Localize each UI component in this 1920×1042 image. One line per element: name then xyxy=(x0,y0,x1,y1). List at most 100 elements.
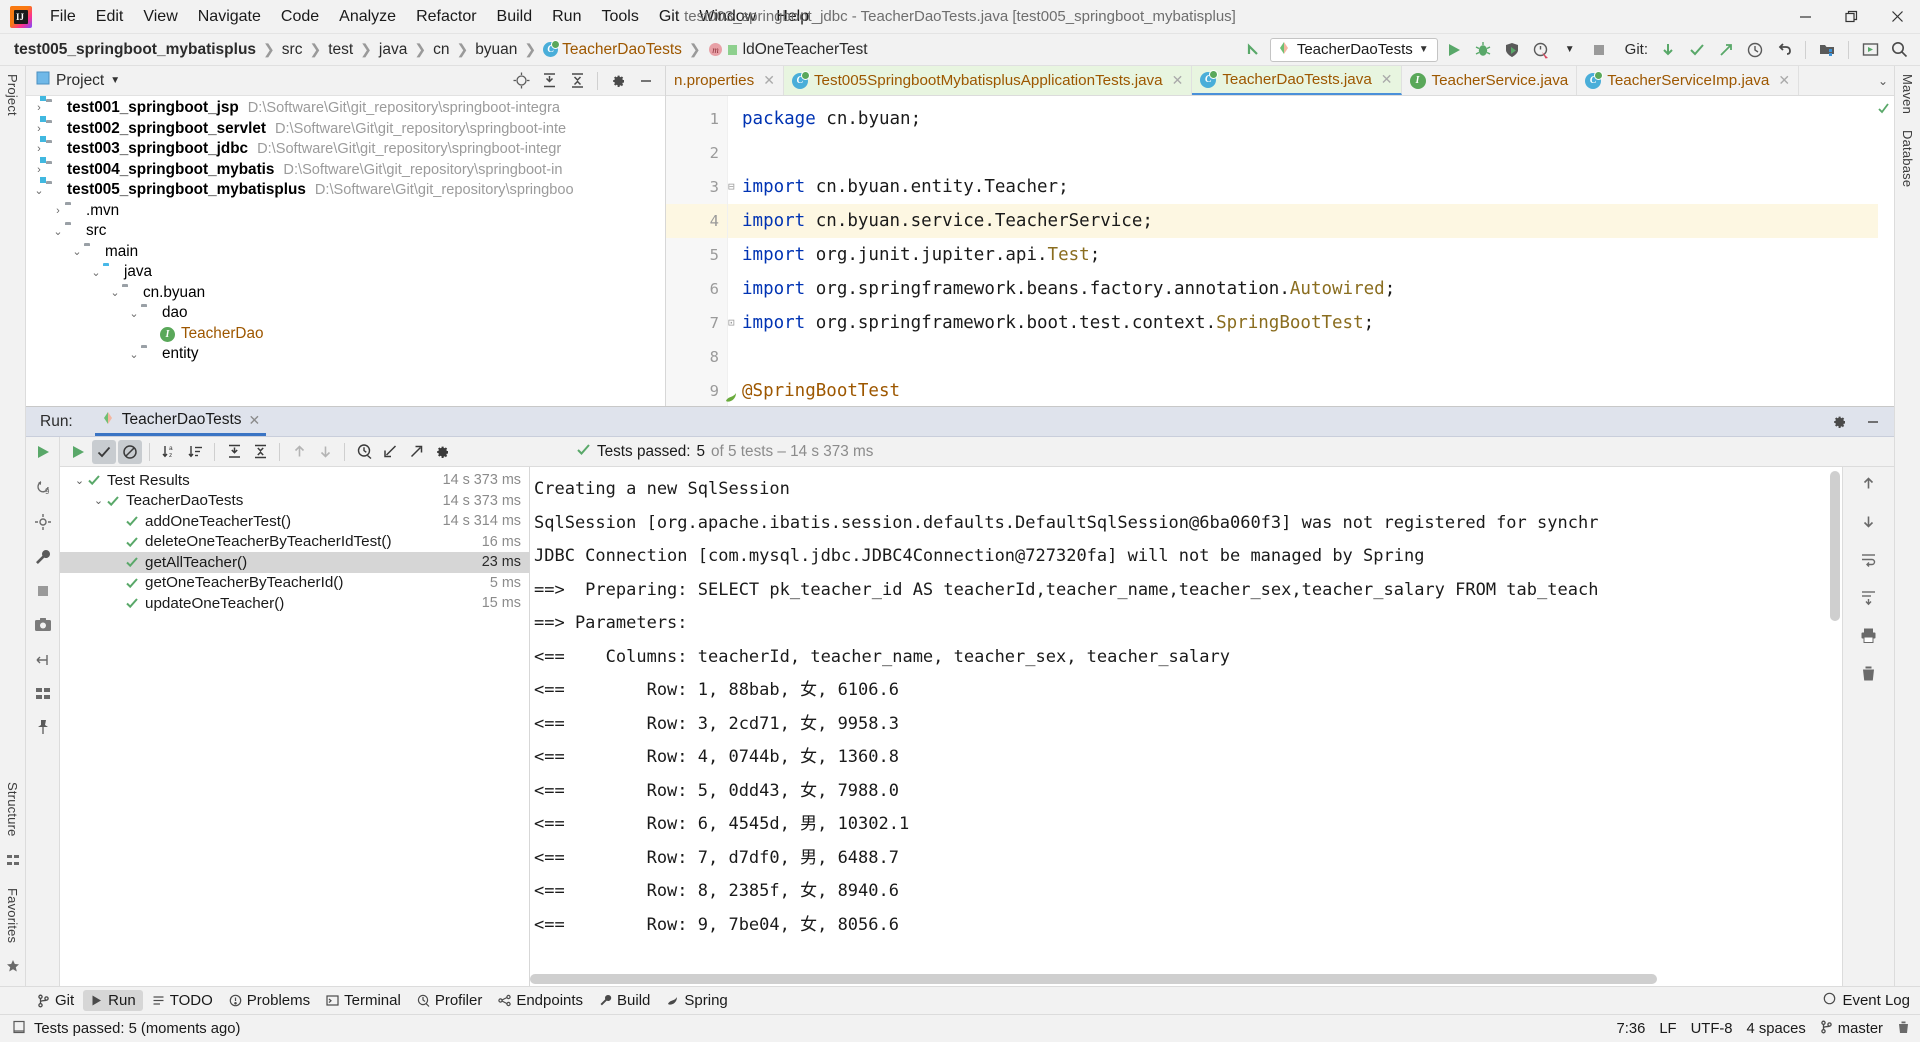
pin-tab-icon[interactable] xyxy=(35,719,51,740)
menu-git[interactable]: Git xyxy=(649,5,689,29)
toolbar-dropdown-icon[interactable]: ▼ xyxy=(1557,37,1583,63)
toggle-auto-test-icon[interactable] xyxy=(34,513,52,536)
menu-refactor[interactable]: Refactor xyxy=(406,5,486,29)
editor-tabs[interactable]: n.properties ✕ C Test005SpringbootMybatispl… xyxy=(666,66,1894,96)
chevron-down-icon[interactable]: ⌄ xyxy=(108,286,122,299)
hide-panel-icon[interactable] xyxy=(633,68,659,94)
indent-setting[interactable]: 4 spaces xyxy=(1747,1021,1806,1037)
stop-icon[interactable] xyxy=(1586,37,1612,63)
minimize-icon[interactable] xyxy=(1782,0,1828,34)
locate-icon[interactable] xyxy=(508,68,534,94)
update-project-icon[interactable] xyxy=(1655,37,1681,63)
trash-icon[interactable] xyxy=(1897,1020,1910,1038)
test-settings-icon[interactable] xyxy=(430,440,454,464)
chevron-right-icon[interactable]: › xyxy=(32,143,46,155)
undo-icon[interactable] xyxy=(1771,37,1797,63)
chevron-right-icon[interactable]: › xyxy=(51,205,65,217)
chevron-down-icon[interactable]: ▼ xyxy=(110,75,120,86)
select-run-target-icon[interactable] xyxy=(1857,37,1883,63)
code-line[interactable]: import org.junit.jupiter.api.Test; xyxy=(728,238,1878,272)
status-right[interactable]: 7:36 LF UTF-8 4 spaces master xyxy=(1617,1020,1910,1038)
tool-window-bar[interactable]: Git Run TODO Problems Terminal Profiler Endpoi… xyxy=(0,986,1920,1014)
code-content[interactable]: package cn.byuan; ⊟ import cn.byuan.entity… xyxy=(728,96,1878,406)
file-encoding[interactable]: UTF-8 xyxy=(1691,1021,1733,1037)
code-fold-icon[interactable]: ⊟ xyxy=(728,170,735,204)
menu-view[interactable]: View xyxy=(133,5,187,29)
toolwindow-button-spring[interactable]: Spring xyxy=(659,990,734,1011)
main-toolbar[interactable]: TeacherDaoTests ▼ ▼ Git: xyxy=(1241,37,1912,63)
breadcrumb-java[interactable]: java xyxy=(379,41,407,59)
breadcrumb-module[interactable]: test005_springboot_mybatisplus xyxy=(14,41,256,59)
back-arrow-icon[interactable] xyxy=(1241,37,1267,63)
next-failed-test-icon[interactable] xyxy=(313,440,337,464)
test-tree-row[interactable]: updateOneTeacher() 15 ms xyxy=(60,593,529,614)
breadcrumb-method[interactable]: m ldOneTeacherTest xyxy=(708,41,868,59)
status-info-icon[interactable] xyxy=(12,1020,26,1038)
run-side-toolbar[interactable]: 9 xyxy=(26,437,60,986)
export-tests-icon[interactable] xyxy=(404,440,428,464)
caret-position[interactable]: 7:36 xyxy=(1617,1021,1646,1037)
gear-icon[interactable] xyxy=(605,68,631,94)
run-with-coverage-icon[interactable] xyxy=(1499,37,1525,63)
editor-tab[interactable]: C Test005SpringbootMybatisplusApplication… xyxy=(783,66,1193,95)
project-tree-row[interactable]: ⌄ test005_springboot_mybatisplus D:\Softwa… xyxy=(26,180,665,201)
menu-run[interactable]: Run xyxy=(542,5,591,29)
layout-icon[interactable] xyxy=(35,686,51,707)
chevron-right-icon[interactable]: › xyxy=(32,123,46,135)
toolwindow-button-run[interactable]: Run xyxy=(83,990,143,1011)
scroll-to-end-icon[interactable] xyxy=(1860,589,1877,611)
restore-icon[interactable] xyxy=(1828,0,1874,34)
project-tree-row[interactable]: ⌄ main xyxy=(26,242,665,263)
editor-tab[interactable]: C TeacherServiceImp.java ✕ xyxy=(1577,66,1800,95)
test-tree-row[interactable]: ⌄ Test Results 14 s 373 ms xyxy=(60,470,529,491)
toolwindow-button-git[interactable]: Git xyxy=(30,990,81,1011)
breadcrumb-test[interactable]: test xyxy=(328,41,353,59)
console-horizontal-scrollbar[interactable] xyxy=(530,974,1840,984)
breadcrumb[interactable]: test005_springboot_mybatisplus ❯ src ❯ t… xyxy=(14,40,868,59)
close-tab-icon[interactable]: ✕ xyxy=(1778,72,1790,89)
code-editor[interactable]: 12345678910 package cn.byuan;⊟import cn.… xyxy=(666,96,1894,406)
code-line[interactable]: import org.springframework.beans.factory… xyxy=(728,272,1878,306)
code-line[interactable] xyxy=(728,136,1878,170)
code-line[interactable] xyxy=(728,340,1878,374)
project-tree-row[interactable]: ⌄ java xyxy=(26,262,665,283)
menu-tools[interactable]: Tools xyxy=(591,5,648,29)
project-tree-row[interactable]: › test004_springboot_mybatis D:\Software\G… xyxy=(26,160,665,181)
run-panel-header-actions[interactable] xyxy=(1826,409,1886,435)
run-icon[interactable] xyxy=(1441,37,1467,63)
sidebar-item-maven[interactable]: Maven xyxy=(1900,66,1915,122)
chevron-down-icon[interactable]: ▼ xyxy=(1419,44,1429,55)
menu-code[interactable]: Code xyxy=(271,5,329,29)
menu-edit[interactable]: Edit xyxy=(86,5,134,29)
run-tab-teacherdaotests[interactable]: TeacherDaoTests ✕ xyxy=(94,407,267,436)
expand-all-icon[interactable] xyxy=(536,68,562,94)
expand-all-icon[interactable] xyxy=(222,440,246,464)
chevron-down-icon[interactable]: ⌄ xyxy=(91,494,106,507)
sidebar-item-structure[interactable]: Structure xyxy=(5,774,20,845)
console-output[interactable]: Creating a new SqlSession SqlSession [org… xyxy=(530,467,1842,986)
toolwindow-button-terminal[interactable]: Terminal xyxy=(319,990,408,1011)
project-tree-row[interactable]: › test002_springboot_servlet D:\Software\G… xyxy=(26,119,665,140)
console-vertical-scrollbar[interactable] xyxy=(1830,471,1840,968)
chevron-down-icon[interactable]: ⌄ xyxy=(32,184,46,197)
chevron-down-icon[interactable]: ⌄ xyxy=(89,266,103,279)
project-tree-row[interactable]: I TeacherDao xyxy=(26,324,665,345)
chevron-down-icon[interactable]: ⌄ xyxy=(127,307,141,320)
collapse-all-icon[interactable] xyxy=(564,68,590,94)
code-line[interactable]: ⊡ import org.springframework.boot.test.co… xyxy=(728,306,1878,340)
settings-wrench-icon[interactable] xyxy=(34,548,52,571)
project-tree-row[interactable]: ⌄ entity xyxy=(26,344,665,365)
code-line[interactable]: ⊟ import cn.byuan.entity.Teacher; xyxy=(728,170,1878,204)
chevron-right-icon[interactable]: › xyxy=(32,102,46,114)
stop-icon[interactable] xyxy=(35,583,51,604)
editor-tab[interactable]: n.properties ✕ xyxy=(666,66,784,95)
editor-tab[interactable]: I TeacherService.java xyxy=(1402,66,1578,95)
commit-icon[interactable] xyxy=(1684,37,1710,63)
toolwindow-button-todo[interactable]: TODO xyxy=(145,990,220,1011)
gear-icon[interactable] xyxy=(1826,409,1852,435)
breadcrumb-cn[interactable]: cn xyxy=(433,41,449,59)
line-separator[interactable]: LF xyxy=(1659,1021,1676,1037)
scroll-down-icon[interactable] xyxy=(1860,513,1877,535)
collapse-all-icon[interactable] xyxy=(248,440,272,464)
test-tree-row[interactable]: addOneTeacherTest() 14 s 314 ms xyxy=(60,511,529,532)
